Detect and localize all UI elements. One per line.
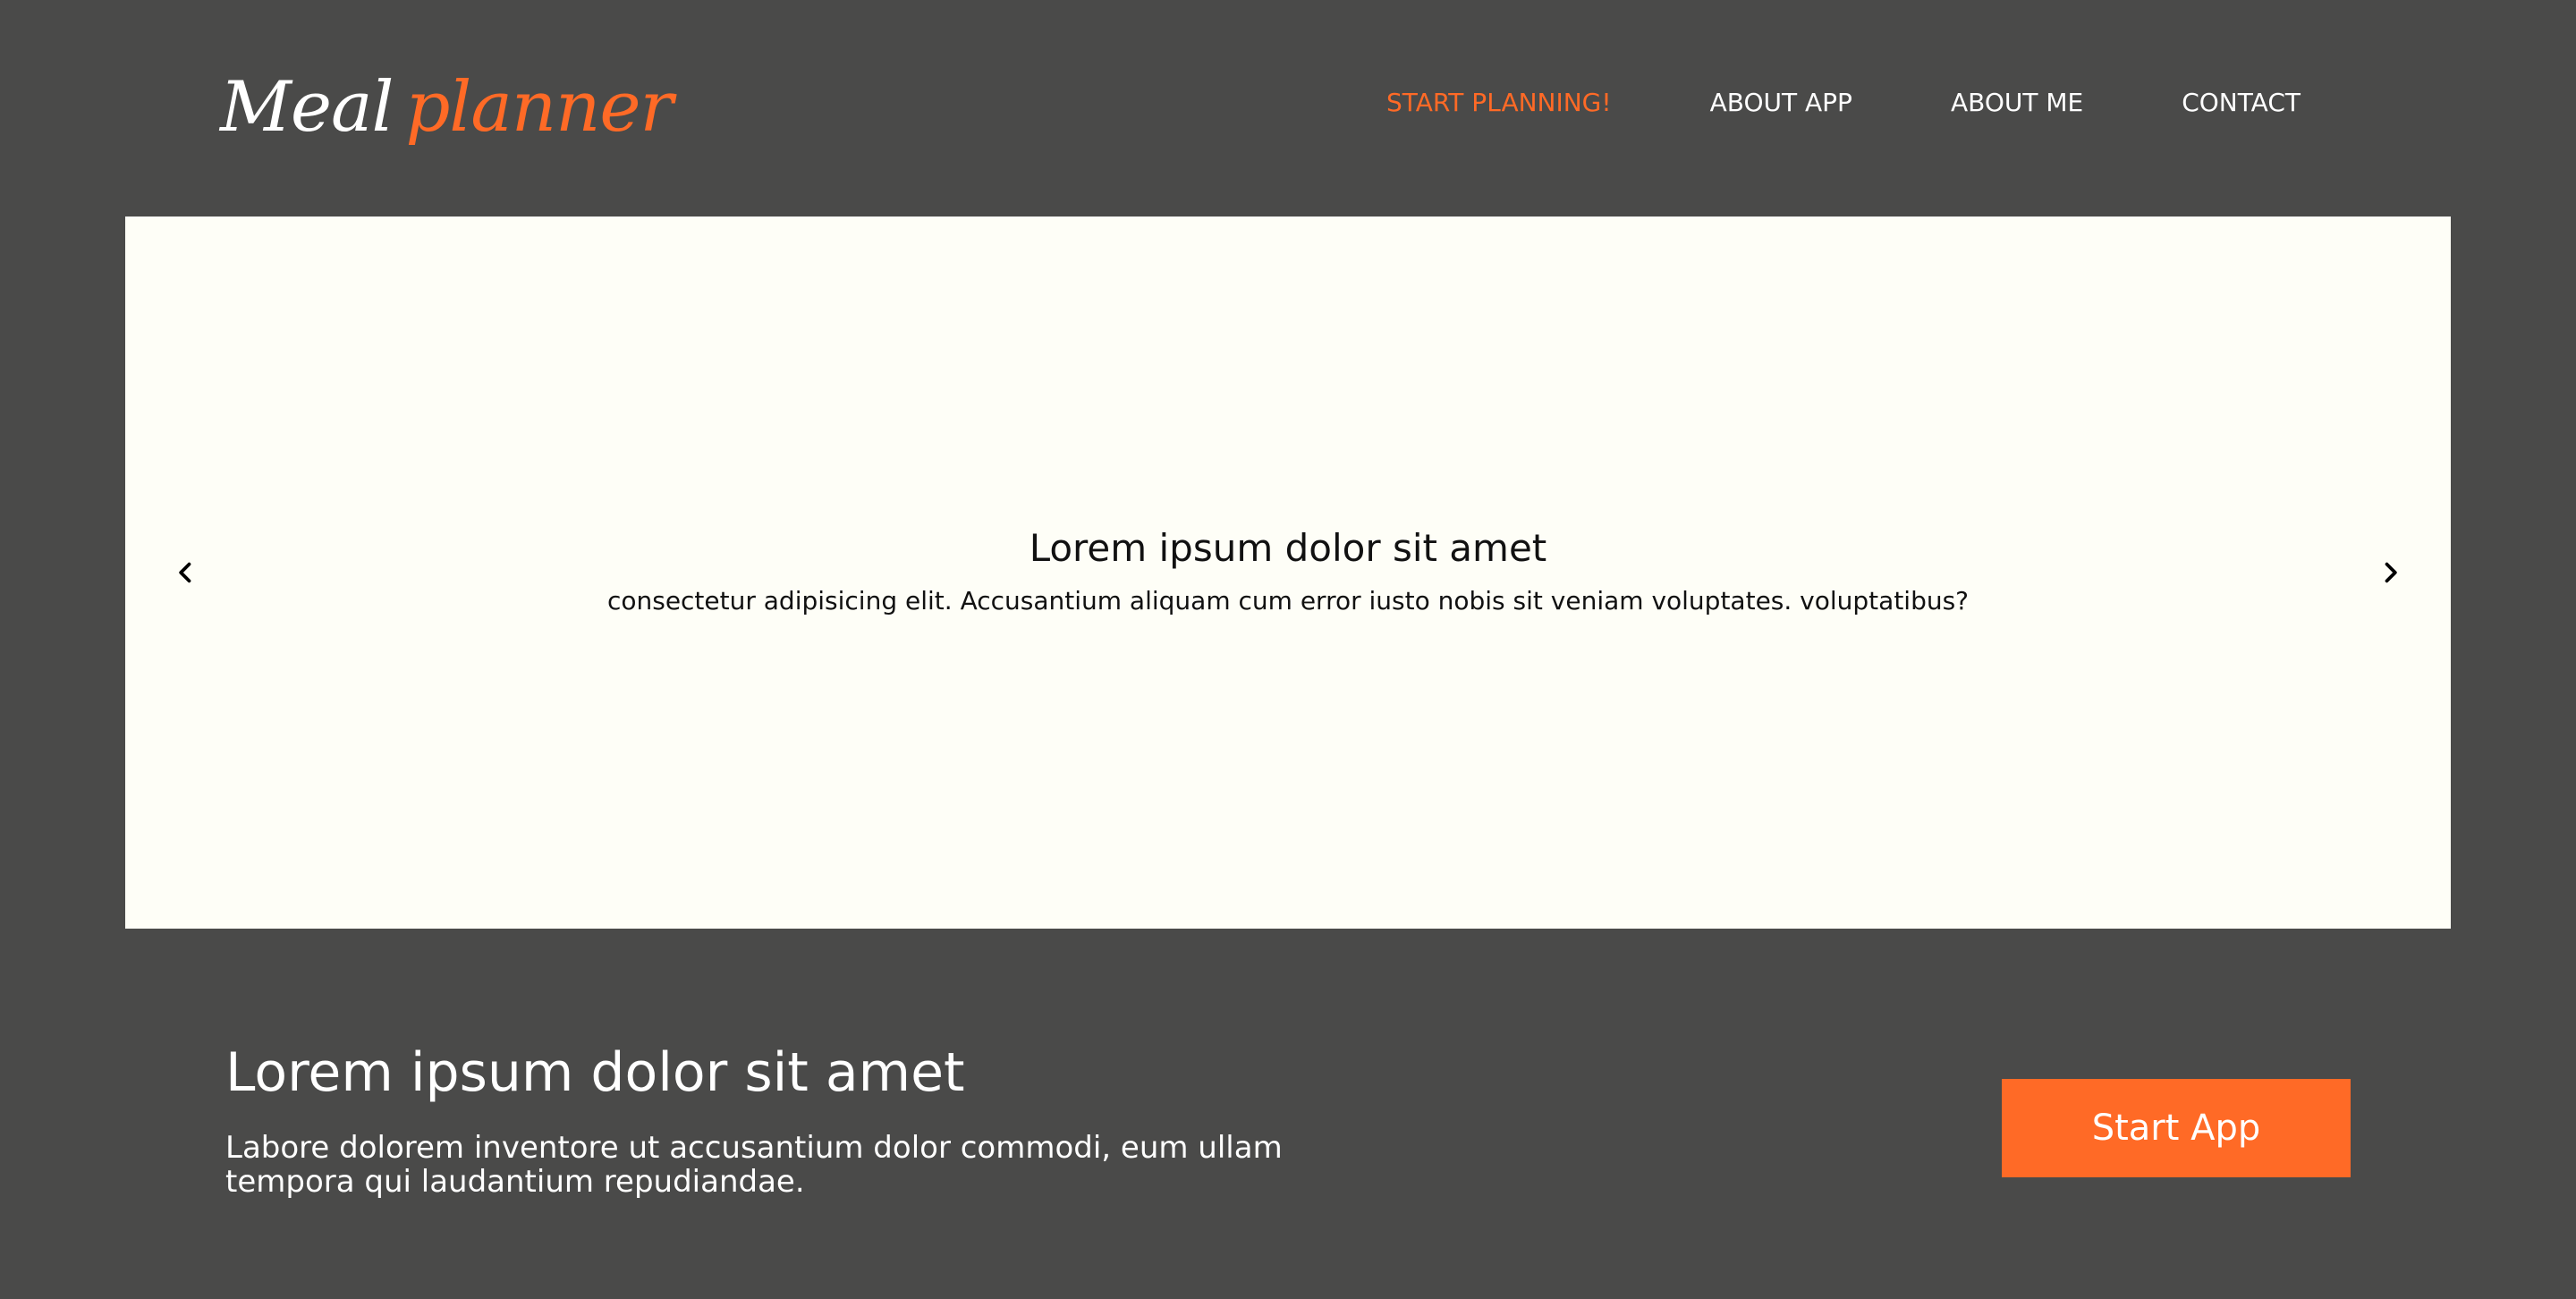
carousel: Lorem ipsum dolor sit amet consectetur a… — [125, 216, 2451, 929]
nav-item-contact[interactable]: CONTACT — [2182, 88, 2301, 117]
logo[interactable]: Meal planner — [220, 36, 674, 179]
start-app-button[interactable]: Start App — [2002, 1079, 2351, 1177]
logo-word-meal: Meal — [220, 67, 394, 148]
nav-item-start-planning[interactable]: START PLANNING! — [1386, 88, 1612, 117]
nav-item-about-app[interactable]: ABOUT APP — [1710, 88, 1852, 117]
nav-item-about-me[interactable]: ABOUT ME — [1951, 88, 2083, 117]
carousel-text: consectetur adipisicing elit. Accusantiu… — [606, 586, 1970, 616]
chevron-right-icon — [2385, 562, 2397, 583]
carousel-title: Lorem ipsum dolor sit amet — [1029, 526, 1547, 570]
page: Meal planner START PLANNING! ABOUT APP A… — [0, 0, 2576, 1299]
logo-word-planner: planner — [405, 67, 673, 148]
intro-section: Lorem ipsum dolor sit amet Labore dolore… — [225, 1041, 1388, 1199]
carousel-next-button[interactable] — [2365, 548, 2415, 598]
main-nav: START PLANNING! ABOUT APP ABOUT ME CONTA… — [1288, 88, 2301, 117]
carousel-caption: Lorem ipsum dolor sit amet consectetur a… — [125, 526, 2451, 616]
intro-title: Lorem ipsum dolor sit amet — [225, 1041, 965, 1104]
intro-text: Labore dolorem inventore ut accusantium … — [225, 1130, 1283, 1200]
